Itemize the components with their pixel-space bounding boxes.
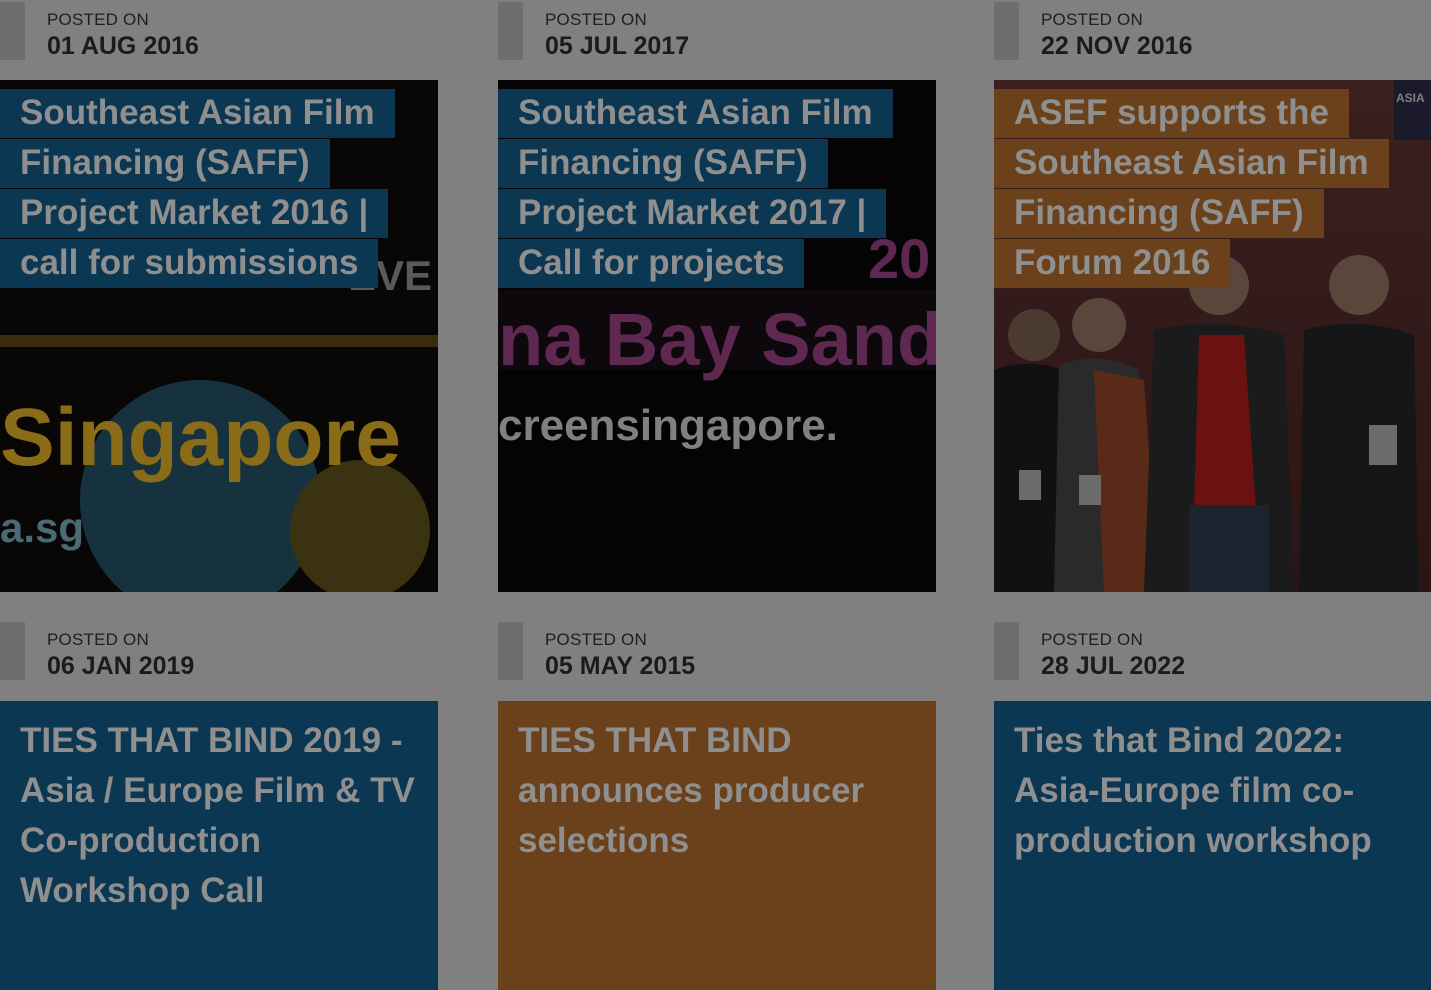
- post-date: 06 JAN 2019: [47, 652, 195, 680]
- image-subtext: creensingapore.: [498, 401, 838, 450]
- post-card[interactable]: POSTED ON 01 AUG 2016 Singapore a.sg EVE…: [0, 0, 438, 592]
- post-date: 01 AUG 2016: [47, 32, 199, 60]
- meta-bar: [0, 622, 25, 680]
- post-panel[interactable]: Ties that Bind 2022: Asia-Europe film co…: [994, 701, 1431, 990]
- post-title[interactable]: TIES THAT BIND announces producer select…: [498, 716, 918, 866]
- posted-on-label: POSTED ON: [47, 630, 149, 649]
- post-card[interactable]: POSTED ON 05 MAY 2015 TIES THAT BIND ann…: [498, 620, 936, 990]
- post-panel[interactable]: TIES THAT BIND 2019 - Asia / Europe Film…: [0, 701, 438, 990]
- image-text: Singapore: [0, 392, 401, 483]
- posted-on-label: POSTED ON: [545, 10, 647, 29]
- post-meta: POSTED ON 01 AUG 2016: [0, 0, 438, 80]
- post-date: 05 JUL 2017: [545, 32, 690, 60]
- posted-on-label: POSTED ON: [1041, 10, 1143, 29]
- post-date: 28 JUL 2022: [1041, 652, 1186, 680]
- posted-on-label: POSTED ON: [1041, 630, 1143, 649]
- post-title[interactable]: TIES THAT BIND 2019 - Asia / Europe Film…: [0, 716, 420, 916]
- meta-bar: [0, 2, 25, 60]
- meta-bar: [498, 622, 523, 680]
- post-title[interactable]: ASEF supports the Southeast Asian Film F…: [994, 88, 1414, 288]
- image-text: na Bay Sand: [498, 298, 936, 381]
- meta-bar: [498, 2, 523, 60]
- post-meta: POSTED ON 06 JAN 2019: [0, 620, 438, 700]
- posted-on-label: POSTED ON: [545, 630, 647, 649]
- post-title[interactable]: Southeast Asian Film Financing (SAFF) Pr…: [0, 88, 420, 288]
- image-subtext: a.sg: [0, 504, 84, 551]
- posted-on-label: POSTED ON: [47, 10, 149, 29]
- post-card[interactable]: POSTED ON 22 NOV 2016 ASIA ASEF supports…: [994, 0, 1431, 592]
- post-title[interactable]: Southeast Asian Film Financing (SAFF) Pr…: [498, 88, 918, 288]
- post-meta: POSTED ON 05 MAY 2015: [498, 620, 936, 700]
- post-card[interactable]: POSTED ON 05 JUL 2017 na Bay Sand creens…: [498, 0, 936, 592]
- post-date: 22 NOV 2016: [1041, 32, 1193, 60]
- post-card[interactable]: POSTED ON 06 JAN 2019 TIES THAT BIND 201…: [0, 620, 438, 990]
- post-card[interactable]: POSTED ON 28 JUL 2022 Ties that Bind 202…: [994, 620, 1431, 990]
- meta-bar: [994, 622, 1019, 680]
- post-title[interactable]: Ties that Bind 2022: Asia-Europe film co…: [994, 716, 1414, 866]
- post-meta: POSTED ON 05 JUL 2017: [498, 0, 936, 80]
- post-meta: POSTED ON 28 JUL 2022: [994, 620, 1431, 700]
- meta-bar: [994, 2, 1019, 60]
- post-meta: POSTED ON 22 NOV 2016: [994, 0, 1431, 80]
- post-panel[interactable]: TIES THAT BIND announces producer select…: [498, 701, 936, 990]
- post-date: 05 MAY 2015: [545, 652, 696, 680]
